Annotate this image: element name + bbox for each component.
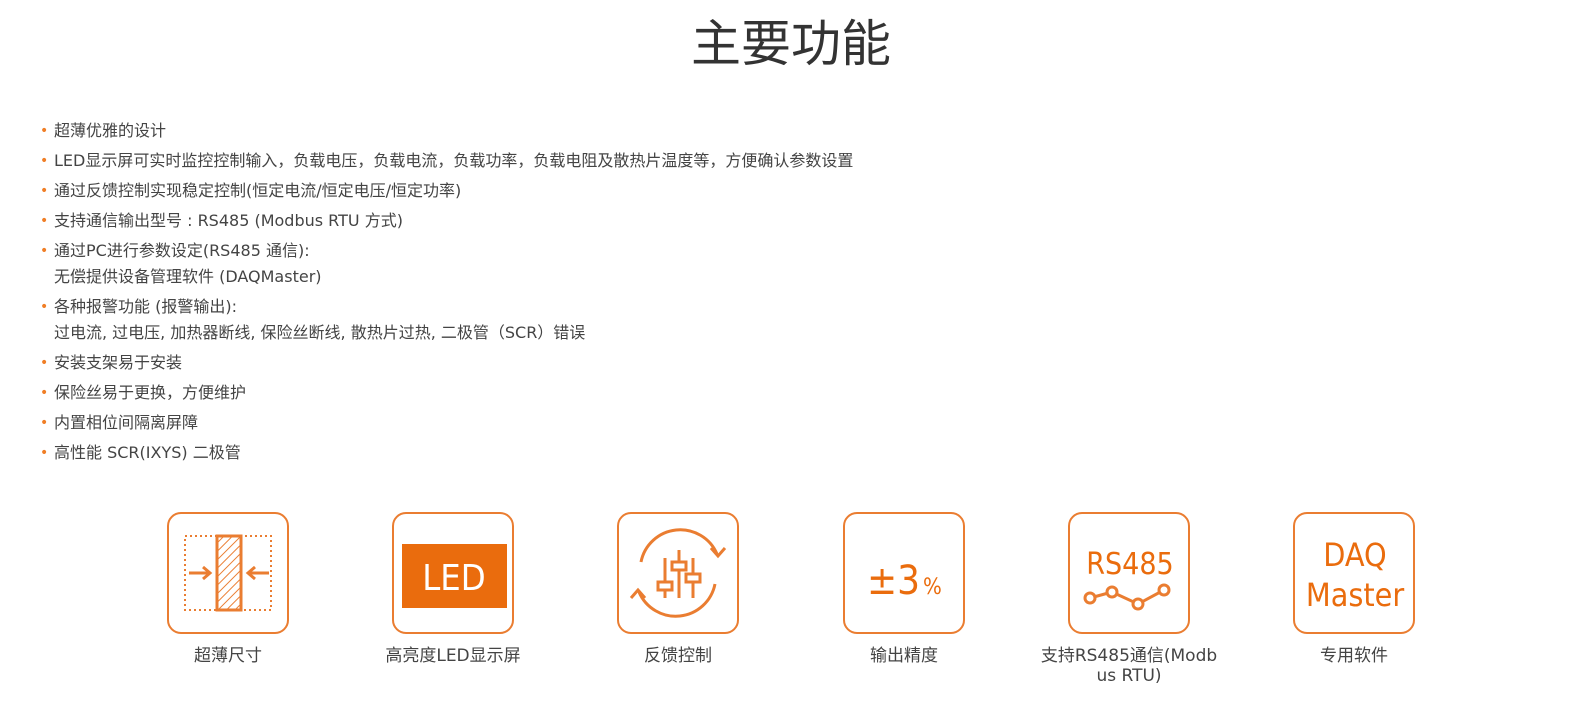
daq-label: DAQ <box>1323 536 1386 574</box>
master-label: Master <box>1306 576 1404 614</box>
feature-text-continued: 过电流, 过电压, 加热器断线, 保险丝断线, 散热片过热, 二极管（SCR）错… <box>54 323 586 342</box>
feature-icons-row: 超薄尺寸 LED 高亮度LED显示屏 反馈控制 ±3 % 输出精度 RS485 … <box>0 512 1569 702</box>
feature-text: 通过PC进行参数设定(RS485 通信): <box>54 241 310 260</box>
rs485-graphic: RS485 <box>1083 547 1174 611</box>
slim-size-graphic <box>184 534 272 612</box>
slim-size-icon <box>167 512 289 634</box>
icon-caption: 高亮度LED显示屏 <box>385 646 521 666</box>
feature-text: 高性能 SCR(IXYS) 二极管 <box>54 443 241 462</box>
feature-text: 内置相位间隔离屏障 <box>54 413 199 432</box>
feature-text: 各种报警功能 (报警输出): <box>54 297 237 316</box>
feature-icon-rs485: RS485 支持RS485通信(Modbus RTU) <box>1034 512 1224 686</box>
accuracy-unit: % <box>923 575 942 600</box>
rs485-label: RS485 <box>1086 547 1173 582</box>
feature-icon-led: LED 高亮度LED显示屏 <box>358 512 548 666</box>
feature-item: • 保险丝易于更换，方便维护 <box>40 380 853 406</box>
bullet-icon: • <box>40 213 49 229</box>
led-display-icon: LED <box>392 512 514 634</box>
feedback-control-icon <box>617 512 739 634</box>
feature-item: • 各种报警功能 (报警输出): 过电流, 过电压, 加热器断线, 保险丝断线,… <box>40 294 853 346</box>
led-label: LED <box>422 558 485 599</box>
feature-item: • 内置相位间隔离屏障 <box>40 410 853 436</box>
accuracy-icon: ±3 % <box>843 512 965 634</box>
bullet-icon: • <box>40 355 49 371</box>
icon-caption: 专用软件 <box>1320 646 1388 666</box>
feature-text: 安装支架易于安装 <box>54 353 183 372</box>
feature-list: • 超薄优雅的设计 • LED显示屏可实时监控控制输入，负载电压，负载电流，负载… <box>40 118 853 470</box>
bullet-icon: • <box>40 153 49 169</box>
icon-caption: 反馈控制 <box>644 646 712 666</box>
accuracy-graphic: ±3 % <box>867 558 942 604</box>
bullet-icon: • <box>40 183 49 199</box>
icon-caption: 输出精度 <box>870 646 938 666</box>
feature-text: 保险丝易于更换，方便维护 <box>54 383 247 402</box>
feature-icon-daqmaster: DAQ Master 专用软件 <box>1259 512 1449 666</box>
bullet-icon: • <box>40 445 49 461</box>
bullet-icon: • <box>40 243 49 259</box>
bullet-icon: • <box>40 415 49 431</box>
feature-icon-accuracy: ±3 % 输出精度 <box>809 512 999 666</box>
feature-item: • 高性能 SCR(IXYS) 二极管 <box>40 440 853 466</box>
daqmaster-icon: DAQ Master <box>1293 512 1415 634</box>
feedback-control-graphic <box>629 528 727 618</box>
led-display-graphic: LED <box>402 544 507 608</box>
feature-item: • 超薄优雅的设计 <box>40 118 853 144</box>
feature-icon-slim: 超薄尺寸 <box>133 512 323 666</box>
icon-caption: 支持RS485通信(Modbus RTU) <box>1040 646 1218 686</box>
rs485-icon: RS485 <box>1068 512 1190 634</box>
bullet-icon: • <box>40 123 49 139</box>
daqmaster-graphic: DAQ Master <box>1306 536 1404 614</box>
feature-item: • 安装支架易于安装 <box>40 350 853 376</box>
accuracy-value: ±3 <box>867 558 920 604</box>
feature-icon-feedback: 反馈控制 <box>583 512 773 666</box>
page-title: 主要功能 <box>691 15 891 73</box>
feature-item: • LED显示屏可实时监控控制输入，负载电压，负载电流，负载功率，负载电阻及散热… <box>40 148 853 174</box>
feature-text-continued: 无偿提供设备管理软件 (DAQMaster) <box>54 267 322 286</box>
feature-text: 超薄优雅的设计 <box>54 121 167 140</box>
feature-item: • 通过PC进行参数设定(RS485 通信): 无偿提供设备管理软件 (DAQM… <box>40 238 853 290</box>
feature-item: • 支持通信输出型号 : RS485 (Modbus RTU 方式) <box>40 208 853 234</box>
icon-caption: 超薄尺寸 <box>194 646 262 666</box>
feature-item: • 通过反馈控制实现稳定控制(恒定电流/恒定电压/恒定功率) <box>40 178 853 204</box>
bullet-icon: • <box>40 299 49 315</box>
feature-text: 支持通信输出型号 : RS485 (Modbus RTU 方式) <box>54 211 403 230</box>
feature-text: LED显示屏可实时监控控制输入，负载电压，负载电流，负载功率，负载电阻及散热片温… <box>54 151 854 170</box>
bullet-icon: • <box>40 385 49 401</box>
feature-text: 通过反馈控制实现稳定控制(恒定电流/恒定电压/恒定功率) <box>54 181 462 200</box>
